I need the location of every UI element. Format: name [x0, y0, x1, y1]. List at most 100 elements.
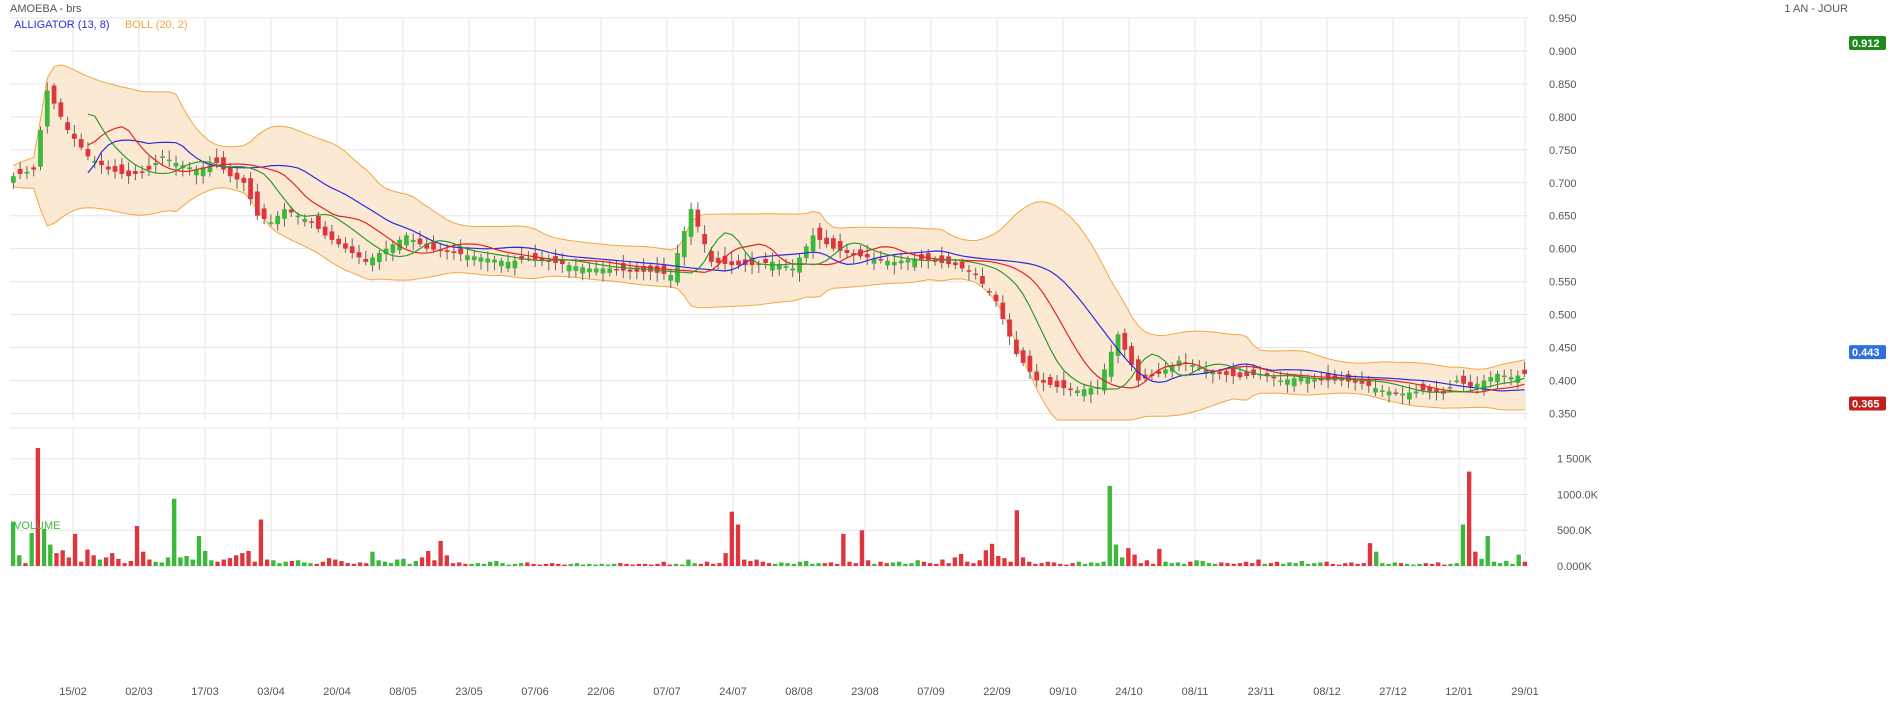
volume-bar — [1138, 563, 1143, 566]
volume-tick-label: 500.0K — [1557, 525, 1593, 537]
candle-down — [1041, 379, 1046, 383]
candle-down — [702, 233, 707, 245]
candle-down — [729, 261, 735, 266]
candle-up — [302, 219, 308, 222]
candle-up — [1373, 388, 1378, 393]
volume-bar — [1442, 564, 1447, 566]
candle-down — [763, 258, 768, 263]
volume-bar — [339, 560, 344, 566]
volume-bar — [865, 560, 871, 566]
volume-bar — [1175, 562, 1181, 566]
volume-bar — [1448, 563, 1453, 566]
boll-fill — [13, 64, 1525, 421]
volume-bar — [469, 563, 474, 566]
volume-bar — [1318, 562, 1323, 566]
volume-bar — [1324, 561, 1329, 566]
volume-bars — [10, 448, 1528, 566]
date-tick-label: 23/08 — [851, 686, 879, 698]
volume-bar — [264, 559, 270, 566]
volume-bar — [1423, 563, 1428, 566]
candle-down — [1047, 377, 1053, 385]
volume-bar — [438, 540, 443, 566]
volume-bar — [1485, 535, 1490, 566]
candle-down — [1217, 371, 1223, 374]
volume-bar — [1045, 561, 1050, 566]
volume-bar — [351, 563, 357, 566]
candle-down — [1237, 372, 1243, 378]
volume-legend[interactable]: VOLUME — [14, 520, 60, 532]
volume-bar — [376, 560, 381, 566]
candle-down — [254, 191, 260, 216]
price-tick-label: 0.600 — [1549, 244, 1577, 256]
volume-bar — [543, 563, 549, 566]
candle-down — [72, 133, 77, 139]
candle-down — [1122, 332, 1128, 350]
date-tick-label: 22/09 — [983, 686, 1011, 698]
candle-up — [478, 257, 484, 262]
period-label[interactable]: 1 AN - JOUR — [1784, 3, 1848, 15]
volume-bar — [822, 563, 827, 566]
date-tick-label: 07/09 — [917, 686, 945, 698]
volume-bar — [1361, 563, 1366, 566]
volume-bar — [1343, 563, 1348, 566]
volume-bar — [649, 564, 654, 566]
candle-up — [38, 130, 43, 167]
volume-bar — [1398, 563, 1404, 566]
volume-bar — [890, 562, 896, 566]
volume-bar — [549, 563, 555, 566]
volume-bar — [797, 561, 803, 566]
volume-bar — [413, 560, 419, 566]
volume-bar — [240, 553, 245, 566]
boll-legend[interactable]: BOLL (20, 2) — [125, 19, 188, 31]
volume-bar — [426, 550, 431, 566]
date-tick-label: 20/04 — [323, 686, 351, 698]
candle-down — [363, 258, 369, 262]
candle-up — [600, 268, 606, 274]
last-price-value: 0.443 — [1852, 347, 1880, 359]
candle-down — [119, 164, 125, 174]
volume-bar — [1002, 558, 1007, 566]
candle-down — [1352, 380, 1358, 383]
volume-bar — [17, 555, 22, 566]
volume-bar — [1150, 563, 1156, 566]
candle-down — [986, 291, 992, 293]
volume-bar — [989, 543, 995, 566]
volume-bar — [971, 563, 976, 566]
candle-down — [817, 227, 823, 240]
volume-tick-label: 1000.0K — [1557, 489, 1599, 501]
candle-up — [1081, 389, 1087, 397]
volume-bar — [1299, 560, 1305, 566]
volume-bar — [940, 559, 945, 566]
volume-bar — [1473, 551, 1478, 566]
volume-bar — [54, 553, 59, 566]
date-tick-label: 24/10 — [1115, 686, 1143, 698]
volume-bar — [1089, 562, 1094, 566]
alligator-legend[interactable]: ALLIGATOR (13, 8) — [14, 19, 110, 31]
volume-bar — [494, 560, 499, 566]
volume-bar — [921, 561, 927, 566]
candle-up — [410, 239, 416, 243]
candle-up — [1413, 391, 1419, 394]
candle-down — [1020, 350, 1026, 363]
candle-up — [187, 167, 192, 170]
volume-bar — [444, 555, 449, 566]
candle-up — [1386, 391, 1392, 396]
volume-bar — [587, 563, 592, 566]
date-tick-label: 07/06 — [521, 686, 549, 698]
volume-bar — [630, 564, 635, 566]
volume-bar — [1076, 561, 1081, 566]
volume-bar — [667, 564, 673, 566]
candle-down — [736, 260, 741, 266]
volume-bar — [1020, 557, 1026, 566]
candle-down — [146, 165, 152, 170]
date-axis: 15/02 02/03 17/03 03/04 20/04 08/05 23/05 07/06… — [59, 686, 1539, 698]
volume-bar — [370, 551, 375, 566]
volume-bar — [1435, 562, 1441, 566]
candle-down — [214, 157, 220, 163]
price-tick-label: 0.500 — [1549, 310, 1577, 322]
candle-up — [1454, 380, 1460, 382]
volume-bar — [1510, 563, 1515, 566]
volume-bar — [828, 562, 834, 566]
volume-bar — [382, 561, 388, 566]
candle-down — [1393, 392, 1399, 394]
